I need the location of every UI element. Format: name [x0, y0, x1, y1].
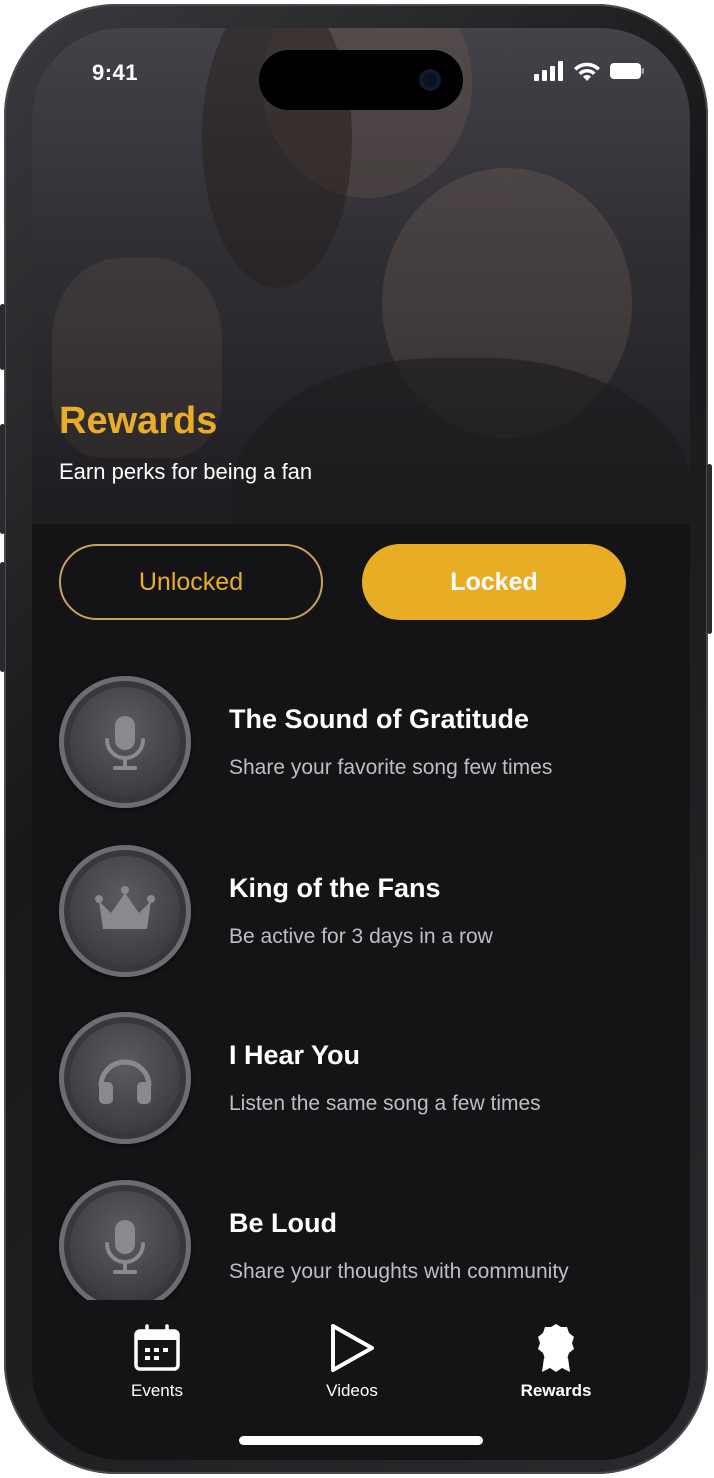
nav-item-events[interactable]: Events — [97, 1322, 217, 1401]
headphones-icon — [98, 1059, 152, 1104]
wifi-icon — [573, 61, 601, 86]
volume-up-button — [0, 424, 5, 534]
reward-description: Share your favorite song few times — [229, 756, 553, 779]
award-badge-icon — [538, 1324, 574, 1372]
action-button — [0, 304, 5, 370]
reward-badge — [59, 1180, 191, 1312]
tab-unlocked-label: Unlocked — [138, 567, 244, 596]
reward-item-sound-of-gratitude[interactable]: The Sound of Gratitude Share your favori… — [59, 676, 659, 810]
reward-title: I Hear You — [229, 1040, 361, 1070]
play-icon — [331, 1324, 374, 1372]
reward-title: Be Loud — [229, 1208, 337, 1238]
nav-label: Videos — [326, 1381, 378, 1400]
battery-icon — [610, 62, 644, 85]
phone-frame: 9:41 Rewards Earn perks for being a fan … — [0, 4, 712, 1474]
signal-icon — [534, 60, 564, 86]
nav-item-videos[interactable]: Videos — [292, 1322, 412, 1401]
reward-badge — [59, 1012, 191, 1144]
reward-title: King of the Fans — [229, 873, 441, 903]
tab-locked[interactable]: Locked — [362, 544, 626, 620]
reward-item-king-of-the-fans[interactable]: King of the Fans Be active for 3 days in… — [59, 845, 659, 979]
home-indicator[interactable] — [239, 1436, 483, 1445]
reward-badge — [59, 676, 191, 808]
page-subtitle: Earn perks for being a fan — [59, 459, 313, 484]
hero-banner: 9:41 Rewards Earn perks for being a fan — [32, 28, 690, 524]
tab-locked-label: Locked — [450, 567, 538, 596]
app-screen: 9:41 Rewards Earn perks for being a fan … — [32, 28, 690, 1460]
microphone-icon — [105, 1220, 145, 1274]
nav-label: Events — [131, 1381, 183, 1400]
reward-badge — [59, 845, 191, 977]
dynamic-island — [259, 50, 463, 110]
crown-icon — [95, 886, 155, 929]
microphone-icon — [105, 716, 145, 770]
status-time: 9:41 — [92, 60, 139, 85]
tab-unlocked[interactable]: Unlocked — [59, 544, 323, 620]
calendar-icon — [134, 1324, 180, 1371]
nav-label: Rewards — [520, 1381, 592, 1400]
reward-description: Share your thoughts with community — [229, 1260, 569, 1283]
front-camera — [419, 69, 441, 91]
reward-description: Listen the same song a few times — [229, 1092, 541, 1115]
nav-item-rewards[interactable]: Rewards — [496, 1322, 616, 1401]
page-title: Rewards — [59, 400, 218, 442]
volume-down-button — [0, 562, 5, 672]
reward-title: The Sound of Gratitude — [229, 704, 529, 734]
reward-item-i-hear-you[interactable]: I Hear You Listen the same song a few ti… — [59, 1012, 659, 1146]
reward-description: Be active for 3 days in a row — [229, 925, 493, 948]
status-icons — [534, 60, 644, 86]
reward-item-be-loud[interactable]: Be Loud Share your thoughts with communi… — [59, 1180, 659, 1314]
power-button — [707, 464, 712, 634]
